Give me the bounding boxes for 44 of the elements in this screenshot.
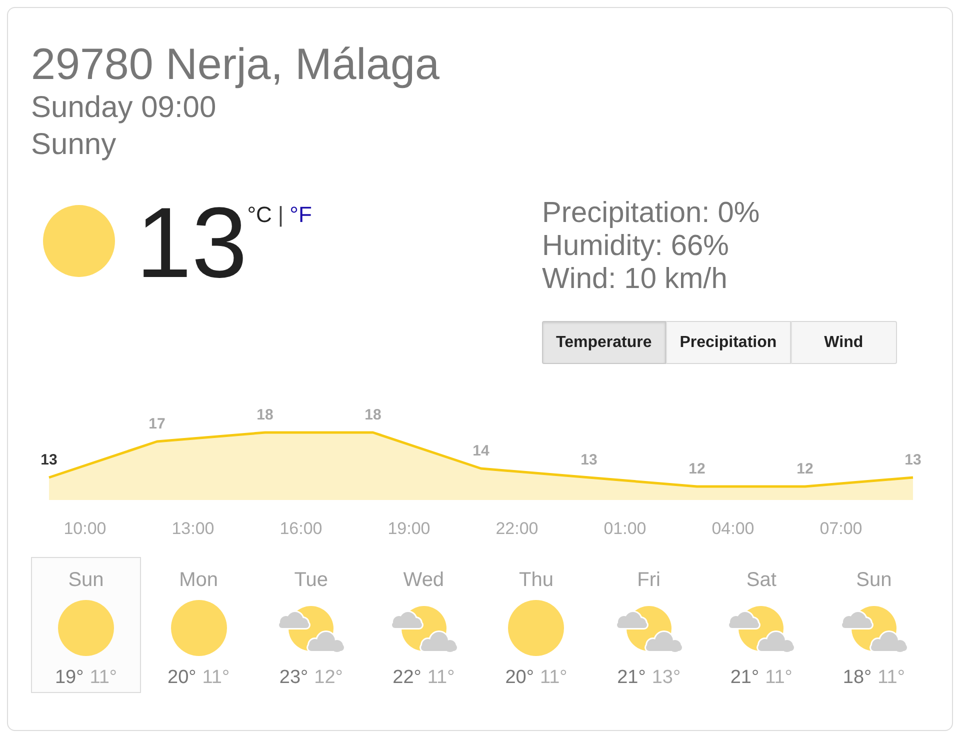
sun-cloud-icon [276, 604, 346, 652]
value-label: 13 [40, 452, 58, 468]
time-label: 04:00 [712, 519, 754, 538]
value-label: 13 [904, 452, 922, 468]
time-label: 22:00 [496, 519, 538, 538]
sun-icon [508, 600, 564, 656]
chart-tab[interactable]: Precipitation [666, 321, 791, 364]
forecast-day-tab[interactable]: Sat 21° 11° [706, 557, 816, 693]
forecast-day-tab[interactable]: Mon 20° 11° [144, 557, 254, 693]
weather-detail: Wind: 10 km/h [542, 263, 728, 296]
forecast-day-tab[interactable]: Thu 20° 11° [481, 557, 592, 693]
forecast-day-tab[interactable]: Sun 18° 11° [818, 557, 929, 693]
value-label: 14 [472, 442, 490, 460]
value-label: 17 [148, 416, 166, 432]
date-time-text: Sunday 09:00 [31, 90, 216, 126]
sun-icon [58, 600, 114, 656]
forecast-day-tab[interactable]: Tue 23° 12° [256, 557, 366, 693]
weather-detail: Humidity: 66% [542, 230, 729, 263]
current-temperature: 13 [136, 193, 248, 293]
sun-icon [170, 600, 227, 656]
chart-tab[interactable]: Wind [790, 321, 897, 364]
value-label: 12 [796, 460, 814, 478]
condition-text: Sunny [31, 127, 116, 163]
time-label: 19:00 [388, 519, 430, 538]
time-label: 01:00 [604, 519, 646, 538]
unit-separator: | [278, 202, 284, 228]
unit-option[interactable]: °C [247, 202, 272, 228]
time-label: 07:00 [820, 519, 862, 538]
forecast-day-tab[interactable]: Sun 19° 11° [31, 557, 141, 693]
time-label: 10:00 [64, 519, 106, 538]
sun-cloud-icon [726, 604, 796, 652]
location-title: 29780 Nerja, Málaga [31, 40, 440, 89]
value-label: 12 [688, 460, 706, 478]
value-label: 18 [256, 406, 274, 424]
forecast-day-tab[interactable]: Wed 22° 11° [368, 557, 479, 693]
value-label: 13 [580, 452, 598, 468]
value-label: 18 [364, 406, 382, 424]
time-label: 13:00 [172, 519, 214, 538]
forecast-day-tab[interactable]: Fri 21° 13° [594, 557, 704, 693]
weather-detail: Precipitation: 0% [542, 197, 760, 230]
chart-tab[interactable]: Temperature [542, 321, 666, 364]
unit-option[interactable]: °F [290, 202, 312, 228]
time-label: 16:00 [280, 519, 322, 538]
sun-icon [43, 205, 115, 277]
